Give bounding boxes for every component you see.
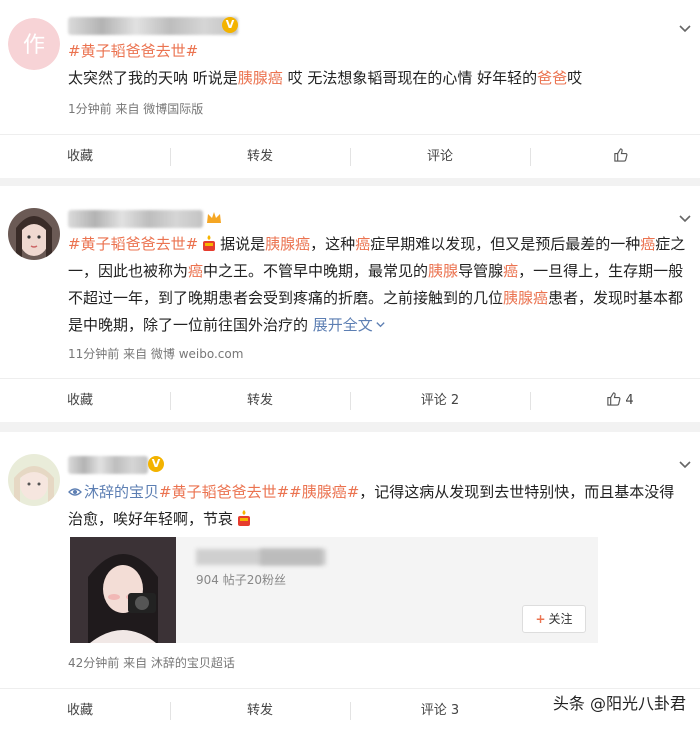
text-segment: 太突然了我的天呐 听说是 [68,69,238,87]
highlight-keyword: 癌 [188,262,204,280]
comment-button[interactable]: 评论 2 [390,379,490,423]
text-segment: 哎 无法想象韬哥现在的心情 好年轻的 [282,69,538,87]
supertopic-icon [68,488,82,496]
text-segment: 症早期难以发现，但又是预后最差的一种 [370,235,641,253]
action-bar: 收藏 转发 评论 [0,134,700,178]
username-blurred[interactable] [68,456,148,474]
highlight-keyword: 胰腺癌 [237,69,283,87]
card-image [70,537,176,643]
hashtag-link[interactable]: #胰腺癌# [289,483,359,501]
card-stats: 904 帖子20粉丝 [196,573,286,587]
hashtag-link[interactable]: #黄子韬爸爸去世# [68,42,198,60]
weibo-post-1: 作 V #黄子韬爸爸去世# 太突然了我的天呐 听说是胰腺癌 哎 无法想象韬哥现在… [0,0,700,178]
user-avatar[interactable] [8,454,60,506]
svg-text:作: 作 [23,33,45,58]
candle-emoji-icon [203,235,216,251]
watermark-text: 头条 @阳光八卦君 [552,694,686,713]
comment-button[interactable]: 评论 3 [390,689,490,729]
collect-button[interactable]: 收藏 [30,135,130,179]
action-bar: 收藏 转发 评论 2 4 [0,378,700,422]
collect-button[interactable]: 收藏 [30,689,130,729]
repost-button[interactable]: 转发 [210,379,310,423]
follow-label: 关注 [548,612,573,626]
user-avatar[interactable] [8,208,60,260]
chevron-down-icon[interactable] [678,212,692,226]
highlight-keyword: 癌 [355,235,371,253]
post-meta: 11分钟前 来自 微博 weibo.com [68,347,244,361]
highlight-keyword: 癌 [503,262,519,280]
verified-badge-icon: V [148,456,164,472]
chevron-down-icon[interactable] [678,22,692,36]
expand-chevron-icon[interactable] [375,319,386,330]
text-segment: 中之王。不管早中晚期，最常见的 [203,262,429,280]
text-segment: 哎 [567,69,583,87]
text-link[interactable]: 沐辞的宝贝 [84,483,159,501]
text-segment: 据说是 [220,235,266,253]
card-title-blurred [260,549,322,565]
hashtag-link[interactable]: #黄子韬爸爸去世# [159,483,289,501]
candle-emoji-icon [238,510,251,526]
weibo-post-3: V 沐辞的宝贝#黄子韬爸爸去世##胰腺癌#，记得这病从发现到去世特别快，而且基本… [0,432,700,729]
thumbs-up-icon [613,148,627,162]
highlight-keyword: 胰腺癌 [265,235,311,253]
post-text: #黄子韬爸爸去世# 太突然了我的天呐 听说是胰腺癌 哎 无法想象韬哥现在的心情 … [68,38,688,92]
highlight-keyword: 爸爸 [537,69,568,87]
plus-icon: + [535,612,546,626]
repost-button[interactable]: 转发 [210,135,310,179]
chevron-down-icon[interactable] [678,458,692,472]
username-blurred[interactable] [68,210,203,228]
text-segment: ，这种 [310,235,356,253]
like-button[interactable] [580,135,660,179]
username-blurred[interactable] [68,17,238,35]
highlight-keyword: 癌 [640,235,656,253]
like-button[interactable]: 4 [580,379,660,423]
repost-button[interactable]: 转发 [210,689,310,729]
post-meta: 1分钟前 来自 微博国际版 [68,102,204,116]
post-text: 沐辞的宝贝#黄子韬爸爸去世##胰腺癌#，记得这病从发现到去世特别快，而且基本没得… [68,479,688,533]
user-avatar[interactable]: 作 [8,18,60,70]
supertopic-card[interactable]: 904 帖子20粉丝 + 关注 [70,537,598,643]
highlight-keyword: 胰腺癌 [503,289,549,307]
post-text: #黄子韬爸爸去世# 据说是胰腺癌，这种癌症早期难以发现，但又是预后最差的一种癌症之… [68,231,688,339]
follow-button[interactable]: + 关注 [522,605,586,633]
text-segment: 导管腺 [458,262,504,280]
text-link[interactable]: 展开全文 [313,316,373,334]
collect-button[interactable]: 收藏 [30,379,130,423]
verified-badge-icon: V [222,17,238,33]
like-count: 4 [625,393,634,408]
weibo-post-2: #黄子韬爸爸去世# 据说是胰腺癌，这种癌症早期难以发现，但又是预后最差的一种癌症之… [0,186,700,422]
hashtag-link[interactable]: #黄子韬爸爸去世# [68,235,198,253]
comment-button[interactable]: 评论 [390,135,490,179]
crown-icon [207,212,221,223]
post-meta: 42分钟前 来自 沐辞的宝贝超话 [68,656,235,670]
thumbs-up-icon [607,392,621,406]
highlight-keyword: 胰腺 [428,262,459,280]
